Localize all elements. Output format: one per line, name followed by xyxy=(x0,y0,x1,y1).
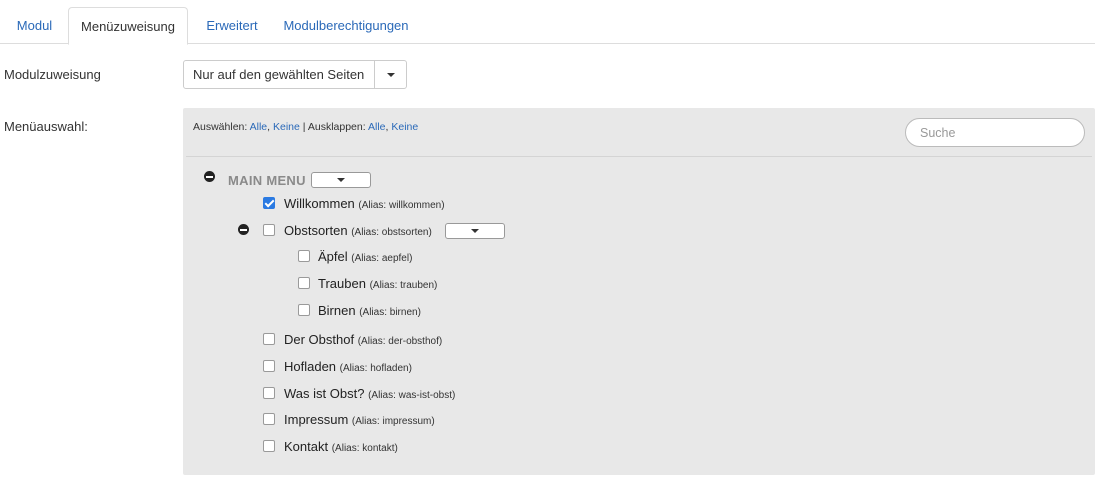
assignment-label: Modulzuweisung xyxy=(4,67,101,82)
list-item: Äpfel (Alias: aepfel) xyxy=(318,249,413,264)
assignment-select[interactable]: Nur auf den gewählten Seiten xyxy=(183,60,407,89)
select-label: Auswählen: xyxy=(193,121,248,133)
toolbar-divider xyxy=(186,156,1092,157)
menu-selection-label: Menüauswahl: xyxy=(4,119,88,134)
checkbox-birnen[interactable] xyxy=(298,304,310,316)
list-item: Hofladen (Alias: hofladen) xyxy=(284,359,412,374)
collapse-main-menu-icon[interactable] xyxy=(204,171,215,182)
tab-modulberechtigungen[interactable]: Modulberechtigungen xyxy=(275,7,417,44)
list-item: Birnen (Alias: birnen) xyxy=(318,303,421,318)
collapse-obstsorten-icon[interactable] xyxy=(238,224,249,235)
chevron-down-icon xyxy=(471,229,479,233)
tab-erweitert[interactable]: Erweitert xyxy=(194,7,270,44)
menu-title: MAIN MENU xyxy=(228,173,306,188)
checkbox-hofladen[interactable] xyxy=(263,360,275,372)
checkbox-trauben[interactable] xyxy=(298,277,310,289)
tree-search-input[interactable] xyxy=(905,118,1085,147)
list-item: Willkommen (Alias: willkommen) xyxy=(284,196,445,211)
checkbox-willkommen[interactable] xyxy=(263,197,275,209)
assignment-select-value: Nur auf den gewählten Seiten xyxy=(193,67,365,82)
checkbox-aepfel[interactable] xyxy=(298,250,310,262)
checkbox-der-obsthof[interactable] xyxy=(263,333,275,345)
select-none-link[interactable]: Keine xyxy=(273,121,300,133)
list-item: Obstsorten (Alias: obstsorten) xyxy=(284,223,432,238)
select-comma: , xyxy=(267,121,271,133)
checkbox-obstsorten[interactable] xyxy=(263,224,275,236)
obstsorten-dropdown[interactable] xyxy=(445,223,505,239)
expand-none-link[interactable]: Keine xyxy=(391,121,418,133)
toolbar-separator: | xyxy=(302,121,306,133)
tree-toolbar: Auswählen: Alle, Keine | Ausklappen: All… xyxy=(193,121,418,133)
checkbox-kontakt[interactable] xyxy=(263,440,275,452)
chevron-down-icon xyxy=(387,73,395,77)
list-item: Was ist Obst? (Alias: was-ist-obst) xyxy=(284,386,456,401)
expand-comma: , xyxy=(385,121,389,133)
list-item: Kontakt (Alias: kontakt) xyxy=(284,439,398,454)
chevron-down-icon xyxy=(337,178,345,182)
expand-all-link[interactable]: Alle xyxy=(368,121,386,133)
list-item: Trauben (Alias: trauben) xyxy=(318,276,438,291)
checkbox-was-ist-obst[interactable] xyxy=(263,387,275,399)
checkbox-impressum[interactable] xyxy=(263,413,275,425)
menu-tree-panel: Auswählen: Alle, Keine | Ausklappen: All… xyxy=(183,108,1095,475)
tab-modul[interactable]: Modul xyxy=(8,7,61,44)
main-menu-dropdown[interactable] xyxy=(311,172,371,188)
expand-label: Ausklappen: xyxy=(307,121,366,133)
select-all-link[interactable]: Alle xyxy=(250,121,268,133)
assignment-select-toggle[interactable] xyxy=(374,61,406,88)
tab-bar: Modul Menüzuweisung Erweitert Modulberec… xyxy=(0,0,1095,45)
list-item: Impressum (Alias: impressum) xyxy=(284,412,435,427)
list-item: Der Obsthof (Alias: der-obsthof) xyxy=(284,332,443,347)
tab-menuzuweisung[interactable]: Menüzuweisung xyxy=(68,7,188,45)
